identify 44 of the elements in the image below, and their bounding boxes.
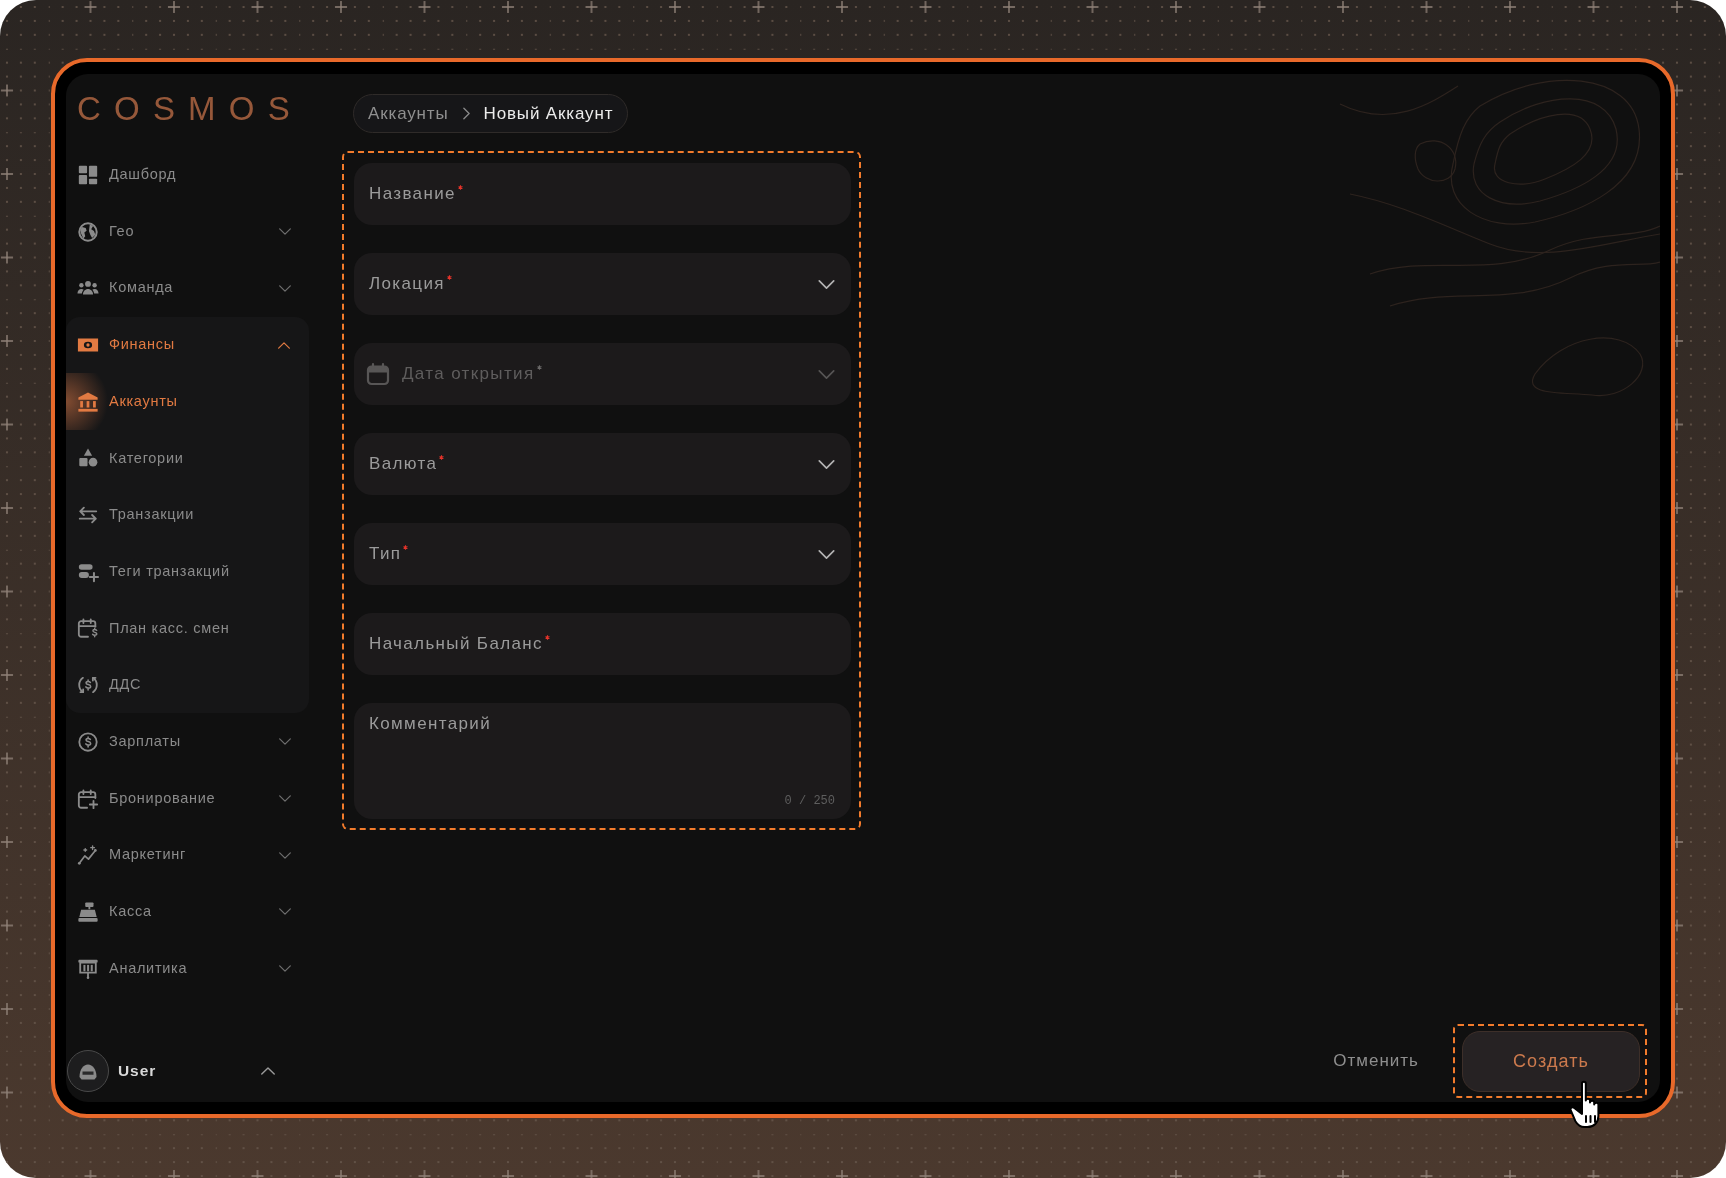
chart-line-icon: [77, 844, 99, 867]
sidebar-item[interactable]: Гео: [66, 203, 310, 260]
submenu-item[interactable]: Теги транзакций: [66, 543, 309, 601]
submenu-item[interactable]: ДДС: [66, 656, 309, 714]
cash-register-icon: [77, 900, 99, 923]
sidebar-item[interactable]: Бронирование: [66, 770, 310, 827]
globe-icon: [77, 220, 99, 243]
chevron-right-icon: [462, 107, 470, 120]
submenu-item[interactable]: Категории: [66, 430, 309, 487]
sidebar-item[interactable]: Касса: [66, 883, 310, 941]
sidebar-item[interactable]: Команда: [66, 259, 310, 317]
breadcrumb-link[interactable]: Аккаунты: [368, 100, 449, 127]
cancel-button[interactable]: Отменить: [1331, 1041, 1421, 1081]
create-button[interactable]: Создать: [1462, 1031, 1640, 1092]
chevron-down-icon: [818, 369, 835, 379]
sidebar-item[interactable]: Зарплаты: [66, 713, 310, 771]
chevron-down-icon: [818, 279, 835, 289]
chevron-up-icon: [261, 1067, 275, 1075]
bank-icon: [77, 390, 99, 413]
user-menu-button[interactable]: User: [66, 1050, 310, 1102]
avatar-icon: [67, 1050, 109, 1092]
logo: COSMOS: [77, 92, 303, 125]
submenu-item[interactable]: План касс. смен: [66, 600, 309, 657]
select-field[interactable]: Тип: [354, 523, 851, 585]
breadcrumb-current: Новый Аккаунт: [483, 102, 614, 125]
sidebar-item[interactable]: Аналитика: [66, 940, 310, 997]
chevron-down-icon: [818, 549, 835, 559]
calendar-dollar-icon: [77, 617, 99, 640]
calendar-plus-icon: [77, 787, 99, 810]
sidebar-item[interactable]: Маркетинг: [66, 826, 310, 884]
select-field[interactable]: Валюта: [354, 433, 851, 495]
sidebar-item[interactable]: Финансы: [66, 316, 309, 374]
calendar-icon: [366, 362, 390, 386]
dollar-circle-icon: [77, 730, 99, 753]
text-field[interactable]: Название: [354, 163, 851, 225]
chevron-down-icon: [818, 459, 835, 469]
sidebar-item[interactable]: Дашборд: [66, 146, 310, 204]
presentation-chart-icon: [77, 957, 99, 980]
text-field[interactable]: Начальный Баланс: [354, 613, 851, 675]
textarea-field[interactable]: Комментарий 0 / 250: [354, 703, 851, 819]
select-field[interactable]: Локация: [354, 253, 851, 315]
dashboard-icon: [77, 163, 99, 186]
submenu-item[interactable]: Транзакции: [66, 486, 309, 544]
character-counter: 0 / 250: [784, 793, 835, 809]
